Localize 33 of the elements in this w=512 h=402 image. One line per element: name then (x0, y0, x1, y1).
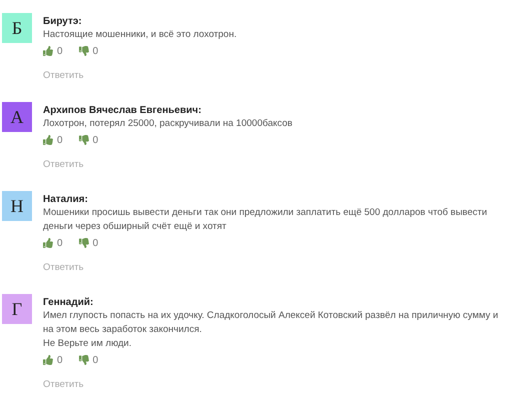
thumbs-down-icon[interactable] (78, 46, 89, 56)
thumbs-down-icon[interactable] (78, 238, 89, 248)
thumbs-down-icon[interactable] (78, 135, 89, 145)
reply-link[interactable]: Ответить (43, 158, 84, 172)
like-count: 0 (57, 354, 63, 368)
author-name: Бирутэ: (43, 15, 82, 28)
thumbs-up-icon[interactable] (43, 46, 53, 56)
reply-link[interactable]: Ответить (43, 378, 84, 392)
thumbs-down-icon[interactable] (78, 355, 89, 365)
avatar: Г (2, 294, 32, 324)
dislike-count: 0 (92, 134, 98, 148)
comment-text: Не Верьте им люди. (43, 337, 132, 351)
dislike-count: 0 (92, 354, 98, 368)
like-count: 0 (57, 134, 63, 148)
comment-text: Имел глупость попасть на их удочку. Сладкоголосый Алексей Котовский развёл на приличную сумму и на этом весь заработок закончился. (43, 309, 500, 337)
thumbs-up-icon[interactable] (43, 238, 53, 248)
avatar: Н (2, 191, 32, 221)
dislike-count: 0 (92, 236, 98, 250)
avatar: Б (2, 13, 32, 43)
dislike-count: 0 (92, 44, 98, 58)
author-name: Архипов Вячеслав Евгеньевич: (43, 104, 202, 117)
thumbs-up-icon[interactable] (43, 135, 53, 145)
avatar: А (2, 102, 32, 132)
author-name: Геннадий: (43, 296, 94, 309)
like-count: 0 (57, 44, 63, 58)
comment-text: Настоящие мошенники, и всё это лохотрон. (43, 28, 237, 42)
author-name: Наталия: (43, 193, 88, 206)
comment-text: Лохотрон, потерял 25000, раскручивали на 10000баксов (43, 117, 292, 131)
thumbs-up-icon[interactable] (43, 355, 53, 365)
reply-link[interactable]: Ответить (43, 69, 84, 83)
comment-text: Мошеники просишь вывести деньги так они предложили заплатить ещё 500 долларов чтоб вывести деньги через обширный счёт ещё и хотят (43, 206, 488, 234)
reply-link[interactable]: Ответить (43, 261, 84, 275)
like-count: 0 (57, 236, 63, 250)
